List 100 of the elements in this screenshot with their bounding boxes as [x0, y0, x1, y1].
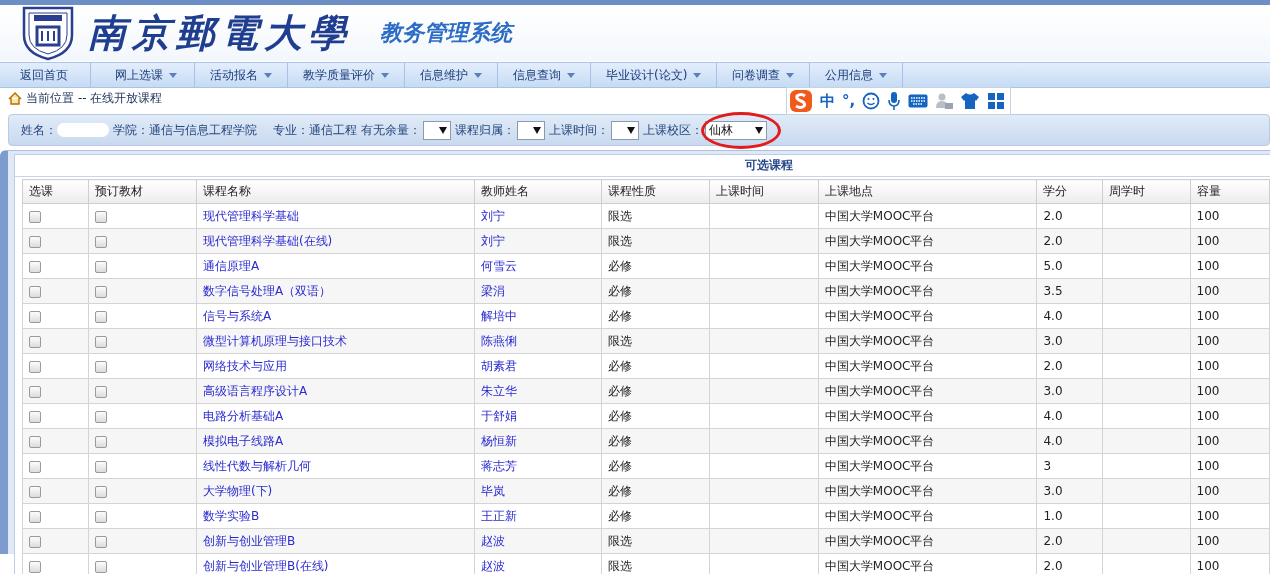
keyboard-icon[interactable]: [908, 94, 929, 108]
table-cell: 100: [1196, 259, 1220, 273]
select-checkbox[interactable]: [29, 335, 41, 348]
teacher-link[interactable]: 胡素君: [481, 358, 518, 373]
teacher-link[interactable]: 解培中: [481, 308, 518, 323]
column-header: 周学时: [1102, 179, 1191, 204]
nav-menu-item[interactable]: 返回首页: [0, 63, 91, 87]
ime-logo-icon[interactable]: [789, 89, 813, 113]
column-header: 容量: [1190, 179, 1270, 204]
table-cell: 3.0: [1043, 334, 1063, 348]
dropdown-select[interactable]: [423, 120, 451, 140]
select-checkbox[interactable]: [29, 485, 41, 498]
select-checkbox[interactable]: [29, 260, 41, 273]
ime-mode-toggle[interactable]: 中: [820, 91, 835, 111]
nav-menu-item[interactable]: 网上选课: [91, 63, 195, 87]
course-link[interactable]: 数学实验B: [202, 508, 260, 523]
course-link[interactable]: 信号与系统A: [202, 308, 272, 323]
nav-menu-item[interactable]: 毕业设计(论文): [591, 63, 718, 87]
textbook-checkbox[interactable]: [94, 360, 107, 373]
teacher-link[interactable]: 刘宁: [481, 208, 506, 223]
table-cell: 1.0: [1043, 509, 1063, 523]
breadcrumb-path: -- 在线开放课程: [78, 89, 163, 107]
table-cell: 4.0: [1043, 434, 1063, 448]
nav-menu-item[interactable]: 教学质量评价: [288, 63, 405, 87]
select-checkbox[interactable]: [29, 560, 41, 573]
home-icon: [8, 91, 22, 105]
filter-label: 上课校区：: [643, 121, 703, 139]
ime-mode-toggle[interactable]: °,: [842, 92, 856, 110]
course-link[interactable]: 大学物理(下): [202, 483, 273, 498]
table-cell: 必修: [608, 408, 633, 423]
dropdown-select[interactable]: [517, 120, 545, 140]
textbook-checkbox[interactable]: [94, 210, 107, 223]
teacher-link[interactable]: 何雪云: [481, 258, 518, 273]
select-checkbox[interactable]: [29, 460, 41, 473]
major-text: 专业：通信工程: [273, 121, 357, 139]
textbook-checkbox[interactable]: [94, 310, 107, 323]
select-checkbox[interactable]: [29, 385, 41, 398]
table-cell: 2.0: [1043, 359, 1063, 373]
textbook-checkbox[interactable]: [94, 410, 107, 423]
textbook-checkbox[interactable]: [94, 510, 107, 523]
textbook-checkbox[interactable]: [94, 535, 107, 548]
teacher-link[interactable]: 赵波: [481, 558, 506, 573]
textbook-checkbox[interactable]: [94, 485, 107, 498]
table-cell: 中国大学MOOC平台: [824, 208, 935, 223]
course-link[interactable]: 电路分析基础A: [202, 408, 284, 423]
column-header: 预订教材: [88, 179, 197, 204]
course-link[interactable]: 创新与创业管理B: [202, 533, 296, 548]
select-checkbox[interactable]: [29, 285, 41, 298]
teacher-link[interactable]: 毕岚: [481, 483, 506, 498]
table-cell: 限选: [608, 533, 633, 548]
table-cell: 必修: [608, 433, 633, 448]
select-checkbox[interactable]: [29, 360, 41, 373]
select-checkbox[interactable]: [29, 310, 41, 323]
teacher-link[interactable]: 于舒娟: [481, 408, 518, 423]
select-checkbox[interactable]: [29, 410, 41, 423]
teacher-link[interactable]: 梁涓: [481, 283, 506, 298]
textbook-checkbox[interactable]: [94, 560, 107, 573]
select-checkbox[interactable]: [29, 235, 41, 248]
course-link[interactable]: 模拟电子线路A: [202, 433, 284, 448]
dropdown-select[interactable]: [611, 120, 639, 140]
dropdown-select[interactable]: 仙林: [705, 120, 767, 140]
table-cell: 4.0: [1043, 409, 1063, 423]
textbook-checkbox[interactable]: [94, 435, 107, 448]
textbook-checkbox[interactable]: [94, 260, 107, 273]
caret-icon: [627, 126, 635, 134]
nav-menu-item[interactable]: 信息维护: [405, 63, 498, 87]
teacher-link[interactable]: 朱立华: [481, 383, 518, 398]
field-label: 姓名：: [21, 121, 57, 139]
textbook-checkbox[interactable]: [94, 460, 107, 473]
table-cell: 100: [1196, 284, 1220, 298]
teacher-link[interactable]: 蒋志芳: [481, 458, 518, 473]
course-link[interactable]: 网络技术与应用: [202, 358, 287, 373]
course-link[interactable]: 通信原理A: [202, 258, 260, 273]
select-checkbox[interactable]: [29, 435, 41, 448]
table-cell: 限选: [608, 333, 633, 348]
table-cell: 100: [1196, 309, 1220, 323]
textbook-checkbox[interactable]: [94, 385, 107, 398]
microphone-icon[interactable]: [887, 91, 902, 111]
smiley-icon[interactable]: [862, 92, 881, 110]
table-cell: 4.0: [1043, 309, 1063, 323]
teacher-link[interactable]: 刘宁: [481, 233, 506, 248]
teacher-link[interactable]: 赵波: [481, 533, 506, 548]
teacher-link[interactable]: 杨恒新: [481, 433, 518, 448]
nav-menu-item[interactable]: 信息查询: [498, 63, 591, 87]
textbook-checkbox[interactable]: [94, 235, 107, 248]
textbook-checkbox[interactable]: [94, 335, 107, 348]
teacher-link[interactable]: 王正新: [481, 508, 518, 523]
shirt-icon[interactable]: [960, 92, 981, 110]
teacher-link[interactable]: 陈燕俐: [481, 333, 518, 348]
grid-icon[interactable]: [987, 92, 1006, 110]
select-checkbox[interactable]: [29, 535, 41, 548]
university-seal-icon: [20, 5, 76, 61]
column-header: 上课地点: [818, 179, 1037, 204]
nav-menu-item[interactable]: 活动报名: [195, 63, 288, 87]
table-cell: 2.0: [1043, 234, 1063, 248]
caret-icon: [439, 126, 447, 134]
select-checkbox[interactable]: [29, 210, 41, 223]
person-icon[interactable]: [935, 92, 954, 110]
select-checkbox[interactable]: [29, 510, 41, 523]
textbook-checkbox[interactable]: [94, 285, 107, 298]
